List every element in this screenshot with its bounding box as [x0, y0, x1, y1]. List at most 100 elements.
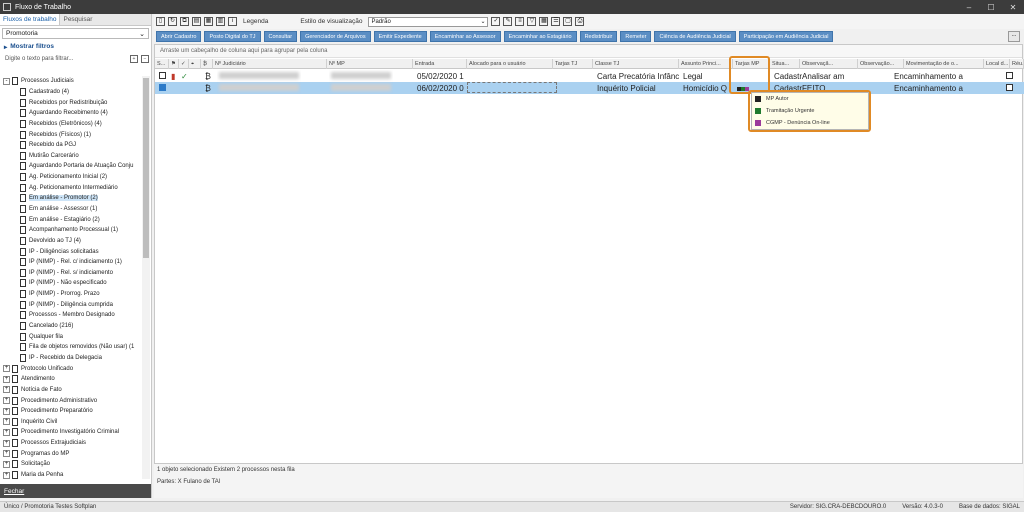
tree-item[interactable]: IP (NIMP) - Não especificado: [0, 278, 142, 289]
scope-select[interactable]: Promotoria ⌄: [2, 28, 149, 39]
legend-label[interactable]: Legenda: [243, 18, 268, 25]
action-button[interactable]: Redistribuir: [579, 31, 618, 42]
tree-item[interactable]: Mutirão Carcerário: [0, 150, 142, 161]
tree-item[interactable]: - Processos Judiciais: [0, 76, 142, 87]
col-header-flag[interactable]: ⚑: [169, 59, 179, 69]
tree-item[interactable]: + Procedimento Administrativo: [0, 395, 142, 406]
action-button[interactable]: Encaminhar ao Assessor: [429, 31, 501, 42]
col-header-classe-tj[interactable]: Classe TJ: [593, 59, 679, 69]
tree-item[interactable]: Acompanhamento Processual (1): [0, 225, 142, 236]
more-actions-button[interactable]: ...: [1008, 31, 1020, 42]
export-icon[interactable]: ▥: [216, 17, 225, 26]
col-header-movimentacao[interactable]: Movimentação de o...: [904, 59, 984, 69]
col-header-entrada[interactable]: Entrada: [413, 59, 467, 69]
action-button[interactable]: Posto Digital do TJ: [204, 31, 261, 42]
col-header-reu[interactable]: Réu...: [1010, 59, 1024, 69]
col-header-signature[interactable]: ₿: [201, 59, 213, 69]
expand-icon[interactable]: +: [3, 365, 10, 373]
row-select-checkbox[interactable]: [157, 82, 168, 94]
expand-icon[interactable]: +: [3, 450, 10, 458]
col-header-assunto[interactable]: Assunto Princi...: [679, 59, 733, 69]
action-button[interactable]: Participação em Audiência Judicial: [738, 31, 834, 42]
collapse-all-icon[interactable]: −: [141, 54, 149, 63]
row-select-checkbox[interactable]: [157, 70, 168, 82]
tree-item[interactable]: Recebidos por Redistribuição: [0, 97, 142, 108]
tree-item[interactable]: + Notícia de Fato: [0, 385, 142, 396]
tree-item[interactable]: Aguardando Portaria de Atuação Conju: [0, 161, 142, 172]
show-filters-toggle[interactable]: ▸ Mostrar filtros: [0, 41, 151, 52]
attach-icon[interactable]: ▦: [204, 17, 213, 26]
col-header-numero-judiciario[interactable]: Nº Judiciário: [213, 59, 327, 69]
action-button[interactable]: Encaminhar ao Estagiário: [503, 31, 577, 42]
grid-icon[interactable]: ▦: [539, 17, 549, 26]
action-button[interactable]: Ciência de Audiência Judicial: [654, 31, 736, 42]
col-header-alocado[interactable]: Alocado para o usuário: [467, 59, 553, 69]
col-header-status[interactable]: S...: [155, 59, 169, 69]
action-button[interactable]: Consultar: [263, 31, 298, 42]
expand-icon[interactable]: +: [3, 428, 10, 436]
action-button[interactable]: Remeter: [620, 31, 652, 42]
tree-item[interactable]: Em análise - Estagiário (2): [0, 214, 142, 225]
edit-view-icon[interactable]: ✎: [503, 17, 513, 26]
col-header-observacao-2[interactable]: Observação...: [858, 59, 904, 69]
tree-item[interactable]: IP - Recebido da Delegacia: [0, 353, 142, 364]
reu-checkbox[interactable]: [1004, 82, 1015, 94]
tree-item[interactable]: Devolvido ao TJ (4): [0, 236, 142, 247]
col-header-check[interactable]: ✓: [179, 59, 189, 69]
paste-icon[interactable]: ▤: [192, 17, 201, 26]
save-view-icon[interactable]: ✓: [491, 17, 501, 26]
expand-icon[interactable]: +: [3, 397, 10, 405]
table-row[interactable]: ▮ ✓ ₿ 05/02/2020 1 Carta Precatória Infâ…: [155, 70, 1024, 82]
tree-item[interactable]: Recebido da PGJ: [0, 140, 142, 151]
minimize-button[interactable]: –: [958, 3, 980, 12]
col-header-tarjas-tj[interactable]: Tarjas TJ: [553, 59, 593, 69]
expand-icon[interactable]: +: [3, 375, 10, 383]
tab-pesquisar[interactable]: Pesquisar: [60, 14, 95, 25]
tree-item[interactable]: IP (NIMP) - Rel. c/ indiciamento (1): [0, 257, 142, 268]
tree-item[interactable]: IP (NIMP) - Diligência cumprida: [0, 299, 142, 310]
tree-scrollbar-thumb[interactable]: [143, 78, 149, 258]
action-button[interactable]: Gerenciador de Arquivos: [300, 31, 371, 42]
tree-item[interactable]: Em análise - Assessor (1): [0, 204, 142, 215]
col-header-numero-mp[interactable]: Nº MP: [327, 59, 413, 69]
tree-item[interactable]: Fila de objetos removidos (Não usar) (1: [0, 342, 142, 353]
tree-item[interactable]: IP (NIMP) - Rel. s/ indiciamento: [0, 268, 142, 279]
tree-item[interactable]: + Atendimento: [0, 374, 142, 385]
tree-item[interactable]: + Maria da Penha: [0, 470, 142, 479]
view-style-select[interactable]: Padrão ⌄: [368, 16, 489, 27]
expand-icon[interactable]: +: [3, 471, 10, 479]
tab-fluxos[interactable]: Fluxos de trabalho: [0, 14, 61, 25]
new-document-icon[interactable]: ▯: [156, 17, 165, 26]
list-icon[interactable]: ☰: [551, 17, 561, 26]
print-icon[interactable]: ⎙: [575, 17, 585, 26]
col-header-observacao[interactable]: Observaçã...: [800, 59, 858, 69]
tree-item[interactable]: + Programas do MP: [0, 448, 142, 459]
tree-item[interactable]: + Inquérito Civil: [0, 417, 142, 428]
expand-icon[interactable]: +: [3, 439, 10, 447]
tree-item[interactable]: Ag. Peticionamento Inicial (2): [0, 172, 142, 183]
reu-checkbox[interactable]: [1004, 70, 1015, 82]
refresh-icon[interactable]: ↻: [168, 17, 177, 26]
copy-icon[interactable]: ⧉: [180, 17, 189, 26]
tree-item[interactable]: Ag. Peticionamento Intermediário: [0, 182, 142, 193]
action-button[interactable]: Abrir Cadastro: [156, 31, 202, 42]
tree-item[interactable]: Cancelado (216): [0, 321, 142, 332]
expand-icon[interactable]: +: [3, 460, 10, 468]
tree-item[interactable]: Recebidos (Físicos) (1): [0, 129, 142, 140]
tree-item[interactable]: + Protocolo Unificado: [0, 363, 142, 374]
col-header-local[interactable]: Local d...: [984, 59, 1010, 69]
table-row-selected[interactable]: ₿ 06/02/2020 0 Inquérito Policial Homicí…: [155, 82, 1024, 94]
tree-item[interactable]: + Procedimento Investigatório Criminal: [0, 427, 142, 438]
tree-item[interactable]: Cadastrado (4): [0, 87, 142, 98]
tree-item[interactable]: Em análise - Promotor (2): [0, 193, 142, 204]
tree-item[interactable]: Qualquer fila: [0, 331, 142, 342]
tree-filter-input[interactable]: Digite o texto para filtrar... + −: [2, 53, 149, 64]
expand-icon[interactable]: +: [3, 418, 10, 426]
tree-item[interactable]: IP - Diligências solicitadas: [0, 246, 142, 257]
alocado-cell[interactable]: [467, 82, 557, 93]
expand-all-icon[interactable]: +: [130, 54, 138, 63]
preview-icon[interactable]: ▢: [563, 17, 573, 26]
legend-icon[interactable]: i: [228, 17, 237, 26]
columns-icon[interactable]: ≡: [515, 17, 525, 26]
tree-item[interactable]: + Procedimento Preparatório: [0, 406, 142, 417]
